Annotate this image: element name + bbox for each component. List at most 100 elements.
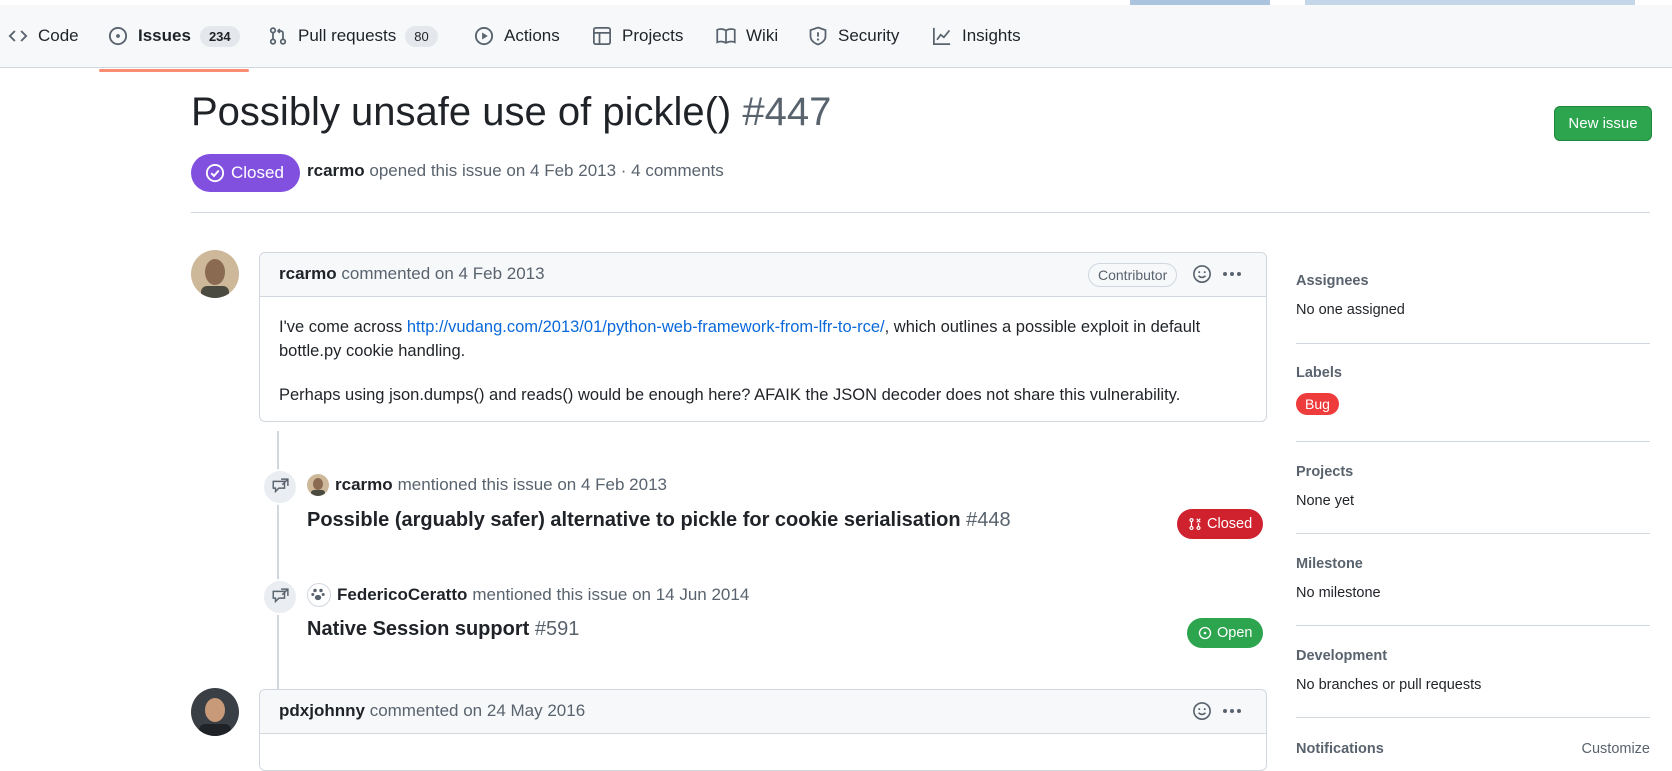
cross-reference-icon-glyph <box>272 588 289 604</box>
referenced-state-badge: Closed <box>1177 509 1264 539</box>
issue-state-label: Closed <box>231 163 284 182</box>
referenced-state-label: Closed <box>1207 516 1253 532</box>
avatar[interactable] <box>307 583 331 607</box>
sidebar-value-development: No branches or pull requests <box>1296 677 1482 693</box>
avatar-image <box>307 474 329 496</box>
issues-count: 234 <box>199 25 240 47</box>
sidebar-assignees: Assignees No one assigned <box>1296 273 1650 318</box>
sidebar-divider <box>1296 533 1650 534</box>
tab-pull-requests[interactable]: Pull requests 80 <box>268 5 438 67</box>
tab-actions[interactable]: Actions <box>474 5 560 67</box>
shield-icon <box>809 26 827 46</box>
cross-reference-icon <box>262 469 298 505</box>
comment-text: I've come across <box>279 318 407 336</box>
cross-reference-icon <box>262 579 298 615</box>
event-text: mentioned this issue on 4 Feb 2013 <box>397 475 667 494</box>
tab-security-label: Security <box>838 26 900 45</box>
comment-author-link[interactable]: pdxjohnny <box>279 701 365 720</box>
event-text: mentioned this issue on 14 Jun 2014 <box>472 585 750 604</box>
comment-body: I've come across http://vudang.com/2013/… <box>260 297 1266 421</box>
referenced-state-badge: Open <box>1187 618 1264 648</box>
play-icon <box>474 26 494 46</box>
issue-title-text: Possibly unsafe use of pickle() <box>191 90 732 134</box>
tab-code-label: Code <box>38 26 79 45</box>
avatar[interactable] <box>307 474 329 496</box>
sidebar-development: Development No branches or pull requests <box>1296 648 1650 693</box>
issue-state-badge: Closed <box>191 154 300 192</box>
sidebar-divider <box>1296 625 1650 626</box>
book-icon <box>716 28 736 44</box>
sidebar-heading-development[interactable]: Development <box>1296 648 1650 664</box>
table-icon <box>593 27 611 45</box>
comment-date[interactable]: commented on 4 Feb 2013 <box>341 264 544 283</box>
graph-icon <box>933 27 951 45</box>
event-actor-link[interactable]: FedericoCeratto <box>337 585 467 605</box>
repo-nav: Code Issues 234 Pull requests 80 Actions… <box>0 5 1672 72</box>
paw-icon <box>311 588 325 601</box>
issue-meta: rcarmo opened this issue on 4 Feb 2013 ·… <box>307 161 724 181</box>
referenced-issue-link[interactable]: Possible (arguably safer) alternative to… <box>307 509 1011 532</box>
git-pull-request-icon <box>269 27 287 45</box>
tab-issues[interactable]: Issues 234 <box>108 5 240 67</box>
tab-wiki-label: Wiki <box>746 26 779 45</box>
smiley-icon[interactable] <box>1192 264 1212 284</box>
referenced-issue-number: #591 <box>534 618 580 640</box>
referenced-issue-title: Native Session support <box>307 618 530 640</box>
label-bug[interactable]: Bug <box>1296 393 1339 415</box>
issue-number: #447 <box>742 90 832 134</box>
tab-issues-label: Issues <box>138 26 191 45</box>
sidebar-heading-milestone[interactable]: Milestone <box>1296 556 1650 572</box>
tab-projects-label: Projects <box>622 26 684 45</box>
comment-card: pdxjohnny commented on 24 May 2016 <box>259 689 1267 771</box>
exploit-link[interactable]: http://vudang.com/2013/01/python-web-fra… <box>407 318 885 336</box>
avatar[interactable] <box>191 250 239 298</box>
issue-title: Possibly unsafe use of pickle() #447 <box>191 90 831 135</box>
issue-closed-icon <box>205 163 225 183</box>
sidebar-milestone: Milestone No milestone <box>1296 556 1650 601</box>
comment-header: rcarmo commented on 4 Feb 2013 Contribut… <box>260 253 1266 297</box>
contributor-badge: Contributor <box>1088 263 1178 287</box>
referenced-issue-link[interactable]: Native Session support #591 <box>307 618 579 641</box>
avatar[interactable] <box>191 688 239 736</box>
header-divider <box>191 212 1650 213</box>
event-actor-link[interactable]: rcarmo <box>335 475 393 495</box>
sidebar-labels: Labels Bug <box>1296 365 1650 415</box>
tab-insights[interactable]: Insights <box>932 5 1021 67</box>
issue-author-link[interactable]: rcarmo <box>307 161 365 180</box>
comment-paragraph: Perhaps using json.dumps() and reads() w… <box>279 386 1181 404</box>
sidebar-notifications: Notifications Customize <box>1296 741 1650 757</box>
customize-notifications-link[interactable]: Customize <box>1582 741 1651 757</box>
comment-paragraph: I've come across http://vudang.com/2013/… <box>279 315 1247 363</box>
sidebar-value-projects: None yet <box>1296 493 1355 509</box>
comment-header: pdxjohnny commented on 24 May 2016 <box>260 690 1266 734</box>
comment-author-line: pdxjohnny commented on 24 May 2016 <box>279 701 585 721</box>
git-pull-request-closed-icon <box>1189 517 1201 531</box>
avatar-image <box>191 250 239 298</box>
tab-insights-label: Insights <box>962 26 1021 45</box>
sidebar-projects: Projects None yet <box>1296 464 1650 509</box>
referenced-state-label: Open <box>1217 625 1253 641</box>
pull-requests-count: 80 <box>405 25 438 47</box>
tab-pull-requests-label: Pull requests <box>298 26 397 45</box>
kebab-horizontal-icon[interactable] <box>1221 701 1243 721</box>
tab-projects[interactable]: Projects <box>592 5 683 67</box>
smiley-icon[interactable] <box>1192 701 1212 721</box>
issue-opened-icon <box>108 26 128 46</box>
sidebar-heading-assignees[interactable]: Assignees <box>1296 273 1650 289</box>
tab-code[interactable]: Code <box>8 5 79 67</box>
sidebar-value-assignees: No one assigned <box>1296 302 1405 318</box>
code-icon <box>8 30 28 42</box>
tab-security[interactable]: Security <box>808 5 899 67</box>
avatar-image <box>191 688 239 736</box>
comment-author-link[interactable]: rcarmo <box>279 264 337 283</box>
sidebar-divider <box>1296 717 1650 718</box>
issue-meta-text: opened this issue on 4 Feb 2013 · 4 comm… <box>369 161 724 180</box>
tab-wiki[interactable]: Wiki <box>716 5 778 67</box>
sidebar-heading-projects[interactable]: Projects <box>1296 464 1650 480</box>
sidebar-value-milestone: No milestone <box>1296 585 1381 601</box>
cross-reference-icon-glyph <box>272 478 289 494</box>
new-issue-button[interactable]: New issue <box>1554 106 1652 141</box>
sidebar-heading-labels[interactable]: Labels <box>1296 365 1650 381</box>
comment-date[interactable]: commented on 24 May 2016 <box>370 701 585 720</box>
kebab-horizontal-icon[interactable] <box>1221 264 1243 284</box>
